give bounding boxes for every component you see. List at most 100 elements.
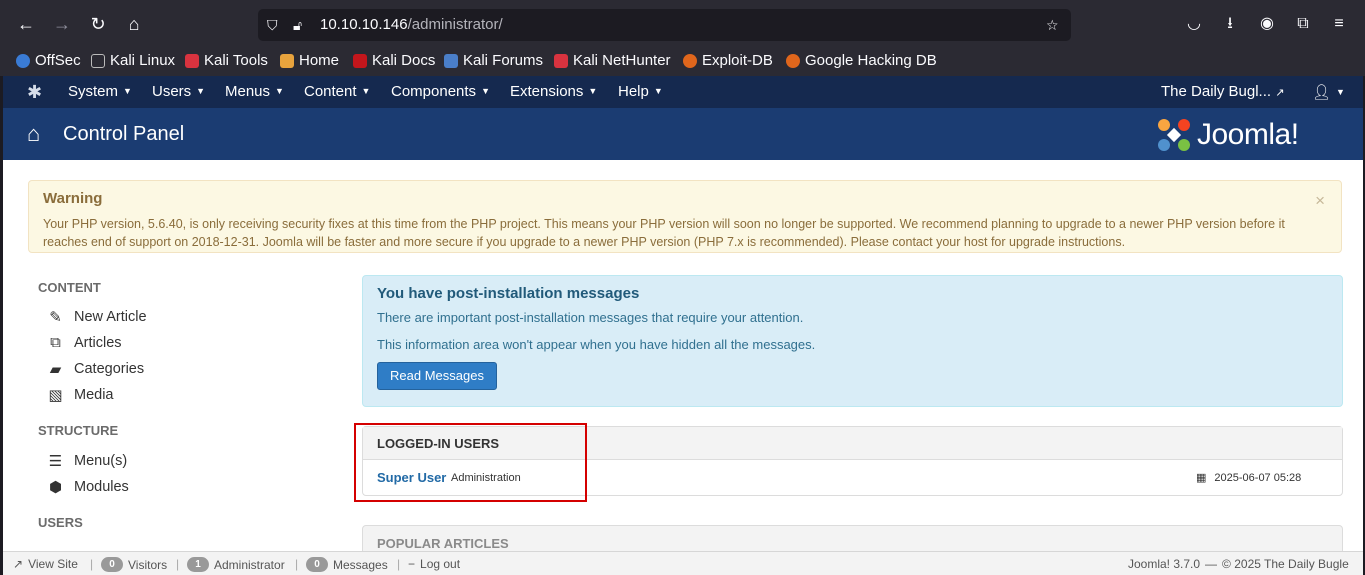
exploit-db-icon [683, 53, 697, 68]
joomla-x-icon[interactable]: ✱ [27, 82, 42, 103]
forward-icon[interactable]: → [50, 12, 74, 36]
menu-icon[interactable]: ≡ [1328, 13, 1350, 35]
postinstall-line-2: This information area won't appear when … [377, 337, 816, 352]
nethunter-icon [554, 53, 568, 68]
download-icon[interactable]: ⭳ [1219, 13, 1241, 35]
menu-content[interactable]: Content ▼ [304, 83, 370, 100]
admin-count: 1 Administrator [187, 557, 285, 572]
bookmark-kali-nethunter[interactable]: Kali NetHunter [554, 52, 671, 69]
menu-menus[interactable]: Menus ▼ [225, 83, 284, 100]
kali-docs-icon [353, 53, 367, 68]
messages-count[interactable]: 0 Messages [306, 557, 388, 572]
joomla-admin-page: ✱ System ▼ Users ▼ Menus ▼ Content ▼ Compone… [3, 76, 1363, 575]
bookmark-kali-forums[interactable]: Kali Forums [444, 52, 543, 69]
menu-extensions[interactable]: Extensions ▼ [510, 83, 597, 100]
caret-down-icon: ▼ [196, 86, 206, 96]
sidebar-heading-structure: STRUCTURE [38, 423, 119, 438]
sidebar-item-media[interactable]: ▧ Media [47, 386, 113, 404]
sidebar-item-new-article[interactable]: ✎ New Article [47, 308, 146, 326]
caret-down-icon: ▼ [361, 86, 371, 96]
offsec-icon [16, 53, 30, 68]
sidebar-item-menus[interactable]: ☰ Menu(s) [47, 452, 127, 470]
logout-link[interactable]: − Log out [408, 557, 460, 571]
version-info: Joomla! 3.7.0— © 2025 The Daily Bugle [1128, 557, 1349, 571]
bookmark-kali-linux[interactable]: Kali Linux [91, 52, 175, 69]
popular-articles-title: POPULAR ARTICLES [377, 536, 509, 551]
joomla-wordmark: Joomla! [1197, 118, 1299, 151]
kali-icon [91, 53, 105, 68]
menu-components[interactable]: Components ▼ [391, 83, 490, 100]
page-header: ⌂ Control Panel Joomla! [3, 108, 1363, 160]
logged-in-user-date: ▦ 2025-06-07 05:28 [1196, 471, 1302, 485]
browser-toolbar: ← → ↻ ⌂ ⛉ 🔓︎ 10.10.10.146/administrator/… [0, 0, 1365, 48]
minus-icon: − [408, 557, 416, 571]
postinstall-messages-alert: You have post-installation messages Ther… [362, 275, 1343, 407]
menu-system[interactable]: System ▼ [68, 83, 132, 100]
shield-icon[interactable]: ⛉ [267, 17, 278, 34]
site-link[interactable]: The Daily Bugl... ↗ [1161, 83, 1284, 100]
kali-forums-icon [444, 53, 458, 68]
external-link-icon: ↗ [1275, 87, 1285, 99]
bookmark-kali-docs[interactable]: Kali Docs [353, 52, 435, 69]
back-icon[interactable]: ← [14, 12, 38, 36]
php-warning-alert: Warning × Your PHP version, 5.6.40, is o… [28, 180, 1342, 253]
account-icon[interactable]: ◉ [1256, 13, 1278, 35]
user-menu[interactable]: 👤︎ ▼ [1312, 83, 1345, 101]
bookmark-offsec[interactable]: OffSec [16, 52, 81, 69]
sidebar-item-articles[interactable]: ⧉ Articles [47, 334, 121, 351]
warning-text: Your PHP version, 5.6.40, is only receiv… [43, 217, 1285, 249]
star-icon[interactable]: ☆ [1046, 17, 1059, 34]
menu-help[interactable]: Help ▼ [618, 83, 663, 100]
caret-down-icon: ▼ [123, 86, 132, 96]
bookmarks-bar: OffSec Kali Linux Kali Tools Home Kali D… [0, 48, 1365, 76]
lock-icon[interactable]: 🔓︎ [293, 17, 302, 34]
address-bar[interactable]: ⛉ 🔓︎ 10.10.10.146/administrator/ ☆ [258, 9, 1071, 41]
url-text[interactable]: 10.10.10.146/administrator/ [320, 16, 503, 33]
caret-down-icon: ▼ [588, 86, 598, 96]
calendar-icon: ▦ [1196, 472, 1207, 484]
top-navbar: ✱ System ▼ Users ▼ Menus ▼ Content ▼ Compone… [3, 76, 1363, 108]
caret-down-icon: ▼ [653, 86, 663, 96]
ghdb-icon [786, 53, 800, 68]
bookmark-home[interactable]: Home [280, 52, 339, 69]
caret-down-icon: ▼ [481, 86, 490, 96]
red-highlight-box [354, 423, 587, 502]
sidebar-item-categories[interactable]: ▰ Categories [47, 360, 144, 378]
messages-badge: 0 [306, 557, 328, 572]
pencil-icon: ✎ [49, 309, 62, 326]
page-title: Control Panel [63, 123, 185, 145]
extensions-icon[interactable]: ⧉ [1292, 13, 1314, 35]
list-icon: ☰ [48, 453, 63, 470]
caret-down-icon: ▼ [275, 86, 284, 96]
visitors-badge: 0 [101, 557, 123, 572]
bookmark-exploit-db[interactable]: Exploit-DB [683, 52, 773, 69]
sidebar-heading-users: USERS [38, 515, 83, 530]
divider: | [295, 557, 299, 571]
postinstall-line-1: There are important post-installation me… [377, 310, 804, 325]
bookmark-kali-tools[interactable]: Kali Tools [185, 52, 268, 69]
close-icon[interactable]: × [1315, 191, 1325, 211]
home-icon[interactable]: ⌂ [122, 12, 146, 36]
read-messages-button[interactable]: Read Messages [377, 362, 497, 390]
view-site-link[interactable]: ↗ View Site [13, 557, 78, 571]
caret-down-icon: ▼ [1336, 87, 1345, 97]
joomla-logo-icon [1158, 119, 1190, 151]
divider: | [90, 557, 94, 571]
user-icon: 👤︎ [1312, 84, 1332, 101]
bookmark-google-hacking-db[interactable]: Google Hacking DB [786, 52, 937, 69]
kali-tools-icon [185, 53, 199, 68]
copy-icon: ⧉ [50, 334, 61, 351]
divider: | [176, 557, 180, 571]
home-outline-icon: ⌂ [27, 121, 41, 146]
pocket-icon[interactable]: ◡ [1183, 13, 1205, 35]
status-bar: ↗ View Site | 0 Visitors | 1 Administrator … [3, 551, 1363, 575]
warning-title: Warning [43, 190, 103, 207]
visitors-count: 0 Visitors [101, 557, 167, 572]
image-icon: ▧ [48, 387, 63, 404]
reload-icon[interactable]: ↻ [86, 12, 110, 36]
external-link-icon: ↗ [13, 557, 24, 571]
home-bookmark-icon [280, 53, 294, 68]
divider: | [397, 557, 401, 571]
sidebar-item-modules[interactable]: ⬢ Modules [47, 478, 129, 496]
menu-users[interactable]: Users ▼ [152, 83, 205, 100]
